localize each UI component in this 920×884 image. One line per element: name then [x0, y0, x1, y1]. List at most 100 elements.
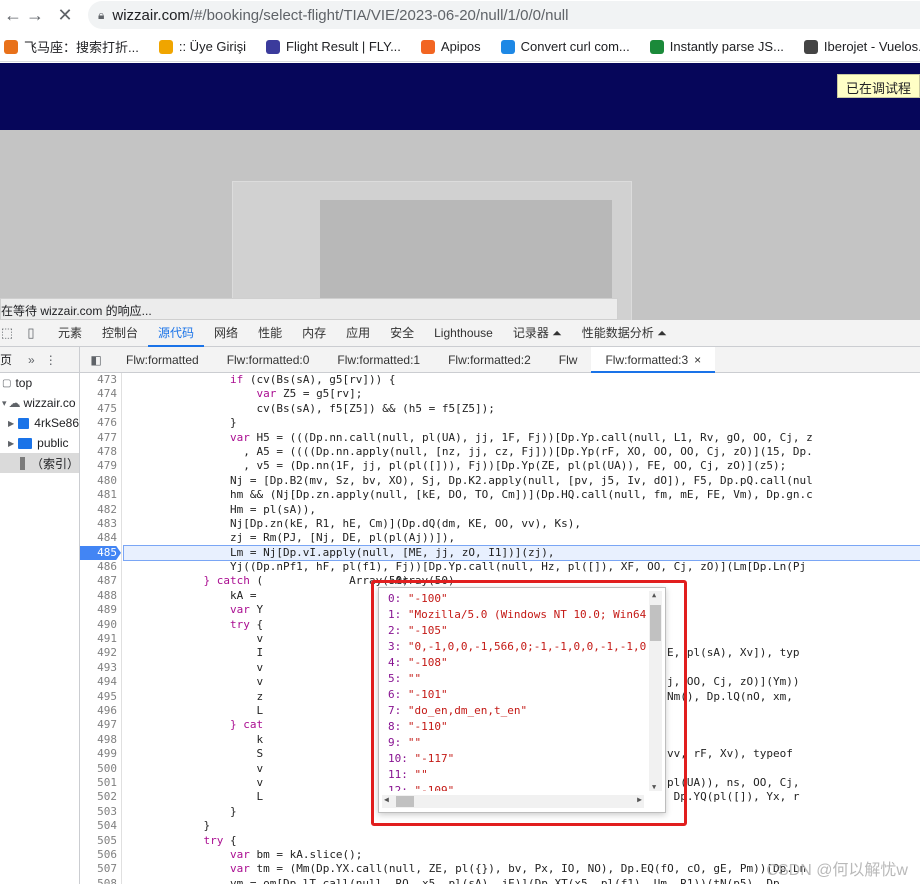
line-number[interactable]: 487 — [80, 574, 121, 588]
line-number[interactable]: 476 — [80, 416, 121, 430]
line-number[interactable]: 477 — [80, 431, 121, 445]
line-number-gutter[interactable]: 473 474 475 476 477 478 479 480 481 482 483 484 485 4… — [80, 373, 122, 884]
editor-tabbar: ◧ Flw:formatted Flw:formatted:0 Flw:format… — [80, 346, 920, 373]
editor-file-tab[interactable]: Flw:formatted:1 — [323, 347, 434, 373]
bookmark-item[interactable]: Instantly parse JS... — [649, 39, 784, 54]
line-number[interactable]: 473 — [80, 373, 121, 387]
line-number[interactable]: 483 — [80, 517, 121, 531]
editor-file-tab[interactable]: Flw:formatted:0 — [213, 347, 324, 373]
more-tabs-icon[interactable]: » — [18, 353, 45, 367]
line-number[interactable]: 497 — [80, 718, 121, 732]
forward-icon[interactable]: → — [22, 2, 48, 28]
bookmark-item[interactable]: 飞马座：搜索打折... — [4, 37, 139, 56]
devtools-tab[interactable]: 记录器 ⏶ — [503, 320, 572, 347]
devtools-tab[interactable]: 安全 — [380, 320, 424, 347]
line-number[interactable]: 493 — [80, 661, 121, 675]
line-number[interactable]: 505 — [80, 834, 121, 848]
bookmark-item[interactable]: Apipos — [420, 39, 481, 54]
line-number[interactable]: 504 — [80, 819, 121, 833]
line-number[interactable]: 496 — [80, 704, 121, 718]
tree-item[interactable]: ▾ ☁ wizzair.co — [0, 393, 79, 413]
toggle-navigator-icon[interactable]: ◧ — [80, 353, 112, 367]
line-number[interactable]: 478 — [80, 445, 121, 459]
close-tab-icon[interactable]: × — [694, 353, 701, 367]
line-number[interactable]: 495 — [80, 690, 121, 704]
line-number[interactable]: 474 — [80, 387, 121, 401]
devtools-tab[interactable]: 性能数据分析 ⏶ — [572, 320, 677, 347]
line-number[interactable]: 486 — [80, 560, 121, 574]
tree-item[interactable]: ▢ top — [0, 373, 79, 393]
devtools-tab[interactable]: 应用 — [336, 320, 380, 347]
tree-item[interactable]: ▶ public — [0, 433, 79, 453]
devtools-tab[interactable]: 内存 — [292, 320, 336, 347]
stop-loading-icon[interactable]: ✕ — [52, 2, 78, 28]
line-number[interactable]: 491 — [80, 632, 121, 646]
line-number[interactable]: 481 — [80, 488, 121, 502]
watermark: CSDN @何以解忧w — [766, 862, 908, 879]
paused-code-line: Lm = Nj[Dp.vI.apply(null, [ME, jj, zO, I… — [123, 544, 920, 562]
tree-item[interactable]: （索引） — [0, 453, 79, 473]
line-number[interactable]: 489 — [80, 603, 121, 617]
line-number[interactable]: 480 — [80, 474, 121, 488]
line-number[interactable]: 500 — [80, 762, 121, 776]
line-number[interactable]: 475 — [80, 402, 121, 416]
navigator-page-tab[interactable]: 页 — [0, 351, 18, 368]
editor-file-tab[interactable]: Flw:formatted — [112, 347, 213, 373]
bookmark-favicon-icon — [158, 39, 173, 54]
code-line: , v5 = (Dp.nn(1F, jj, pl(pl([])), Fj))[D… — [124, 459, 787, 473]
editor-file-tab[interactable]: Flw:formatted:3 × — [591, 346, 716, 373]
line-number[interactable]: 508 — [80, 877, 121, 884]
line-number[interactable]: 488 — [80, 589, 121, 603]
folder-icon — [18, 437, 33, 449]
line-number[interactable]: 479 — [80, 459, 121, 473]
line-number[interactable]: 490 — [80, 618, 121, 632]
bookmark-item[interactable]: Iberojet - Vuelos... — [803, 39, 920, 54]
devtools-tab[interactable]: 性能 — [248, 320, 292, 347]
expand-arrow-icon[interactable]: ▶ — [8, 439, 14, 448]
device-toolbar-icon[interactable]: ▯ — [14, 325, 48, 341]
tree-item-label: wizzair.co — [23, 396, 76, 410]
line-number[interactable]: 499 — [80, 747, 121, 761]
bookmarks-bar: 飞马座：搜索打折...:: Üye Girişi Flight Result | … — [0, 32, 920, 62]
tree-item[interactable]: ▶ 4rkSe86 — [0, 413, 79, 433]
expand-arrow-icon[interactable]: ▶ — [8, 419, 14, 428]
line-number[interactable]: 501 — [80, 776, 121, 790]
bookmark-label: Convert curl com... — [520, 39, 630, 54]
editor-file-tab-label: Flw:formatted:1 — [337, 352, 421, 367]
line-number[interactable]: 507 — [80, 862, 121, 876]
devtools-tab[interactable]: 源代码 — [148, 320, 205, 347]
line-number[interactable]: 502 — [80, 790, 121, 804]
devtools-tabbar: ⬚ ▯ 元素 控制台 源代码 网络 性能 内存 应用 安全 Lighthouse 记录器 ⏶ 性能数… — [0, 320, 920, 347]
breakpoint-line-number[interactable]: 485 — [80, 545, 121, 561]
bookmark-label: :: Üye Girişi — [178, 39, 247, 54]
line-number[interactable]: 506 — [80, 848, 121, 862]
bookmark-item[interactable]: Flight Result | FLY... — [266, 39, 401, 54]
address-bar[interactable]: 🔒︎ wizzair.com/#/booking/select-flight/T… — [88, 1, 920, 29]
devtools-tab[interactable]: 网络 — [204, 320, 248, 347]
line-number[interactable]: 484 — [80, 531, 121, 545]
devtools-tab[interactable]: Lighthouse — [424, 320, 503, 347]
more-options-icon[interactable]: ⋮ — [45, 353, 57, 367]
bookmark-item[interactable]: :: Üye Girişi — [158, 39, 247, 54]
inspect-icon[interactable]: ⬚ — [0, 325, 14, 341]
line-number[interactable]: 503 — [80, 805, 121, 819]
editor-file-tab[interactable]: Flw — [545, 347, 592, 373]
cloud-icon: ☁ — [8, 396, 21, 410]
code-line: Yj((Dp.nPf1, hF, pl(f1), Fj))[Dp.Yp.call… — [124, 560, 807, 574]
devtools-tab[interactable]: 元素 — [48, 320, 92, 347]
line-number[interactable]: 494 — [80, 675, 121, 689]
url-host: wizzair.com — [112, 6, 190, 24]
code-line: Nj = [Dp.B2(mv, Sz, bv, XO), Sj, Dp.K2.a… — [124, 473, 813, 487]
line-number[interactable]: 498 — [80, 733, 121, 747]
code-line: Hm = pl(sA)), — [124, 502, 317, 516]
bookmark-item[interactable]: Convert curl com... — [500, 39, 630, 54]
collapse-arrow-icon[interactable]: ▾ — [2, 398, 7, 409]
editor-file-tab[interactable]: Flw:formatted:2 — [434, 347, 545, 373]
line-number[interactable]: 492 — [80, 646, 121, 660]
line-number[interactable]: 482 — [80, 503, 121, 517]
devtools-tab[interactable]: 控制台 — [92, 320, 148, 347]
screen: ← → ✕ 🔒︎ wizzair.com/#/booking/select-fl… — [0, 0, 920, 884]
bookmark-favicon-icon — [649, 39, 664, 54]
bookmark-label: Instantly parse JS... — [669, 39, 784, 54]
devtools-tabs: 元素 控制台 源代码 网络 性能 内存 应用 安全 Lighthouse 记录器 ⏶ 性能数据分析 … — [48, 320, 677, 347]
